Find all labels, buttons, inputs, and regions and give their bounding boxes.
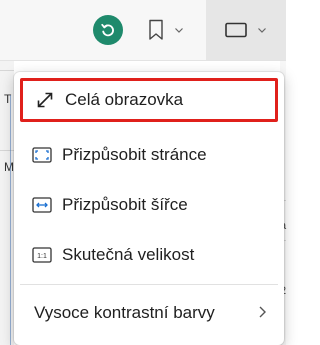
fit-page-icon: [32, 145, 52, 165]
reader-toolbar: [0, 0, 286, 61]
menu-item-label: Skutečná velikost: [62, 245, 195, 264]
fullscreen-arrow-icon: [35, 90, 55, 110]
menu-item-fullscreen[interactable]: Celá obrazovka: [20, 78, 278, 122]
menu-item-actual-size[interactable]: 1:1 Skutečná velikost: [20, 233, 278, 277]
chevron-down-icon: [258, 28, 266, 33]
view-options-menu: Celá obrazovka Přizpůsobit stránce Přizp…: [14, 72, 284, 345]
document-rule: [0, 70, 14, 71]
document-margin-line: [10, 95, 11, 345]
bookmark-button[interactable]: [137, 12, 195, 48]
menu-item-fit-width[interactable]: Přizpůsobit šířce: [20, 183, 278, 227]
bookmark-icon: [149, 19, 163, 40]
menu-item-label: Přizpůsobit stránce: [62, 145, 207, 164]
actual-size-icon-text: 1:1: [37, 253, 47, 260]
undo-button[interactable]: [89, 12, 127, 48]
actual-size-icon: 1:1: [32, 245, 52, 265]
menu-separator: [20, 284, 278, 285]
menu-item-fit-page[interactable]: Přizpůsobit stránce: [20, 133, 278, 177]
chevron-down-icon: [175, 28, 183, 33]
rectangle-view-icon: [225, 22, 247, 38]
menu-item-label: Vysoce kontrastní barvy: [34, 303, 215, 322]
menu-item-high-contrast[interactable]: Vysoce kontrastní barvy: [20, 291, 278, 335]
view-mode-button[interactable]: [206, 0, 286, 60]
chevron-right-icon: [259, 306, 266, 318]
menu-item-label: Přizpůsobit šířce: [62, 195, 188, 214]
fit-width-icon: [32, 195, 52, 215]
document-rule: [0, 150, 14, 151]
menu-item-label: Celá obrazovka: [65, 90, 184, 109]
document-text-fragment: M: [4, 160, 14, 174]
undo-circle-icon: [93, 15, 123, 45]
